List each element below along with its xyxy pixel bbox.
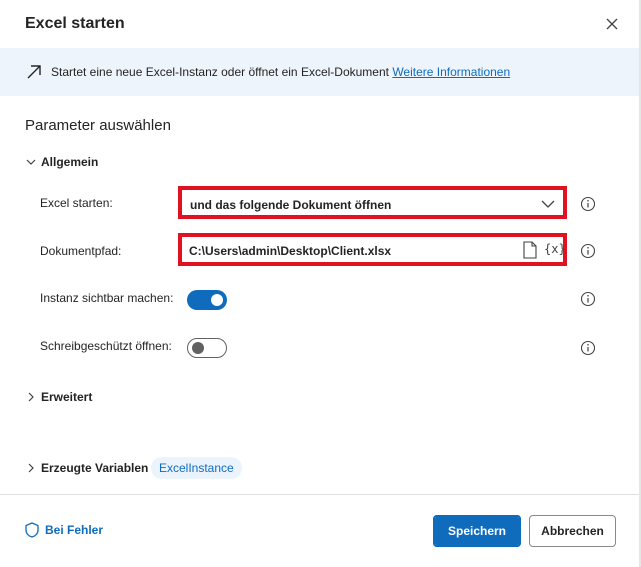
visible-label: Instanz sichtbar machen: (40, 291, 174, 305)
info-circle-icon[interactable] (580, 340, 596, 356)
variables-group-label: Erzeugte Variablen (41, 461, 149, 475)
info-description: Startet eine neue Excel-Instanz oder öff… (51, 65, 389, 79)
close-button[interactable] (602, 14, 622, 34)
info-bar: Startet eine neue Excel-Instanz oder öff… (0, 48, 639, 96)
dialog-header: Excel starten (0, 0, 641, 48)
info-text: Startet eine neue Excel-Instanz oder öff… (51, 65, 510, 79)
general-group-toggle[interactable]: Allgemein (25, 155, 98, 169)
variable-icon[interactable]: {x} (544, 242, 566, 256)
footer-divider (0, 494, 639, 495)
chevron-down-icon (541, 200, 555, 208)
on-error-button[interactable]: Bei Fehler (25, 522, 103, 538)
launch-label: Excel starten: (40, 196, 113, 210)
toggle-knob (192, 342, 204, 354)
close-icon (606, 18, 618, 30)
shield-icon (25, 522, 39, 538)
save-button[interactable]: Speichern (433, 515, 521, 547)
cancel-button[interactable]: Abbrechen (529, 515, 616, 547)
info-circle-icon[interactable] (580, 243, 596, 259)
advanced-group-toggle[interactable]: Erweitert (25, 390, 92, 404)
general-group-label: Allgemein (41, 155, 99, 169)
dialog-title: Excel starten (25, 15, 125, 32)
on-error-label: Bei Fehler (45, 523, 104, 537)
info-circle-icon[interactable] (580, 291, 596, 307)
launch-mode-select[interactable]: und das folgende Dokument öffnen (178, 186, 567, 219)
document-path-value: C:\Users\admin\Desktop\Client.xlsx (189, 244, 392, 258)
file-icon[interactable] (522, 241, 538, 259)
variable-chip[interactable]: ExcelInstance (151, 457, 242, 479)
arrow-up-right-icon (27, 65, 41, 79)
path-label: Dokumentpfad: (40, 244, 122, 258)
visible-toggle[interactable] (187, 290, 227, 310)
chevron-right-icon (28, 392, 34, 402)
document-path-input[interactable]: C:\Users\admin\Desktop\Client.xlsx {x} (178, 233, 567, 266)
variables-group-toggle[interactable]: Erzeugte Variablen (25, 461, 148, 475)
advanced-group-label: Erweitert (41, 390, 93, 404)
toggle-knob (211, 294, 223, 306)
section-title: Parameter auswählen (25, 117, 171, 134)
chevron-right-icon (28, 463, 34, 473)
launch-mode-value: und das folgende Dokument öffnen (190, 198, 392, 212)
readonly-label: Schreibgeschützt öffnen: (40, 339, 172, 353)
readonly-toggle[interactable] (187, 338, 227, 358)
info-circle-icon[interactable] (580, 196, 596, 212)
excel-start-dialog: Excel starten Startet eine neue Excel-In… (0, 0, 641, 567)
chevron-down-icon (26, 159, 36, 165)
more-info-link[interactable]: Weitere Informationen (392, 65, 510, 79)
